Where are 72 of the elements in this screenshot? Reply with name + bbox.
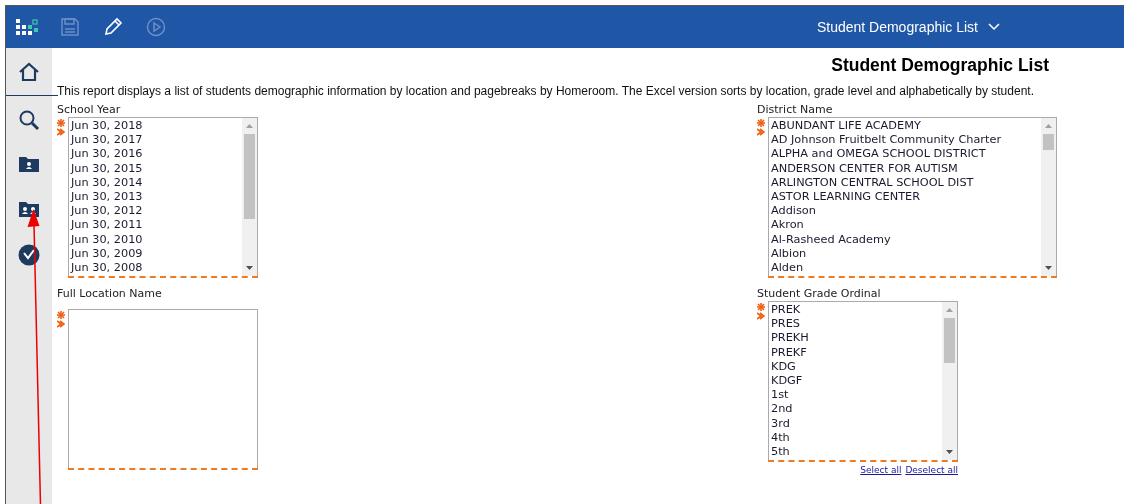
list-item[interactable]: Jun 30, 2008 xyxy=(71,261,143,276)
list-item[interactable]: Alden xyxy=(770,261,804,276)
report-title-dropdown[interactable]: Student Demographic List xyxy=(810,18,1006,36)
list-item[interactable]: ANDERSON CENTER FOR AUTISM xyxy=(770,161,958,176)
clock-check-icon[interactable] xyxy=(18,244,40,266)
list-item[interactable]: Al-Rasheed Academy xyxy=(770,232,891,247)
scroll-thumb[interactable] xyxy=(1043,134,1054,150)
scrollbar[interactable] xyxy=(942,302,957,460)
search-icon[interactable] xyxy=(18,109,40,131)
list-item[interactable]: Jun 30, 2011 xyxy=(71,218,143,233)
list-item[interactable]: 2nd xyxy=(771,402,793,417)
link[interactable]: Select all xyxy=(860,465,902,475)
list-item[interactable]: Jun 30, 2010 xyxy=(71,232,143,247)
list-box[interactable]: PREK PRES PREKH PREKF KDG KDGF 1st 2nd 3rd 4th 5th xyxy=(768,301,958,460)
report-heading: Student Demographic List xyxy=(831,54,1049,76)
field-label: Student Grade Ordinal xyxy=(757,287,881,300)
list-item[interactable]: Jun 30, 2017 xyxy=(71,133,143,148)
folder-person-icon[interactable] xyxy=(18,155,40,173)
list-item[interactable]: PRES xyxy=(771,317,800,332)
app-logo-icon[interactable] xyxy=(16,16,38,38)
list-item[interactable]: Jun 30, 2012 xyxy=(71,204,143,219)
arrow-icon xyxy=(57,128,65,136)
scrollbar[interactable] xyxy=(242,118,257,276)
arrow-icon xyxy=(57,320,65,328)
scroll-up-icon[interactable] xyxy=(1044,123,1053,129)
folder-people-icon[interactable] xyxy=(18,200,40,218)
scroll-down-icon[interactable] xyxy=(1044,265,1053,271)
list-item[interactable]: PREK xyxy=(771,303,801,318)
list-item[interactable]: 4th xyxy=(771,430,790,446)
list-item[interactable]: Jun 30, 2013 xyxy=(71,190,143,205)
list-item[interactable]: Jun 30, 2018 xyxy=(71,119,143,134)
scroll-down-icon[interactable] xyxy=(245,265,254,271)
list-item[interactable]: Akron xyxy=(770,218,804,233)
scrollbar[interactable] xyxy=(1041,118,1056,276)
scroll-up-icon[interactable] xyxy=(945,307,954,313)
list-item[interactable]: Albion xyxy=(770,246,807,262)
list-item[interactable]: KDG xyxy=(771,359,796,374)
field-label: Full Location Name xyxy=(57,287,162,300)
field-label: School Year xyxy=(57,103,121,116)
list-item[interactable]: Addison xyxy=(770,204,816,219)
field-label: District Name xyxy=(757,103,833,116)
scroll-up-icon[interactable] xyxy=(245,123,254,129)
input-field[interactable] xyxy=(68,309,258,468)
save-icon[interactable] xyxy=(60,17,80,37)
arrow-icon xyxy=(757,312,765,320)
list-item[interactable]: 5th xyxy=(771,445,790,460)
list-item[interactable]: Jun 30, 2014 xyxy=(71,175,143,190)
play-icon[interactable] xyxy=(146,17,166,37)
scroll-down-icon[interactable] xyxy=(945,449,954,455)
list-item[interactable]: 1st xyxy=(771,388,789,403)
list-item[interactable]: KDGF xyxy=(771,374,803,389)
report-description: This report displays a list of students demographic information by location and pagebreaks by Homeroom. The Excel version sorts by location, grade level and alphabetically by student. xyxy=(57,85,1034,98)
pencil-icon[interactable] xyxy=(102,16,124,38)
list-box[interactable] xyxy=(767,117,1057,276)
list-item[interactable]: ASTOR LEARNING CENTER xyxy=(770,190,921,205)
scroll-thumb[interactable] xyxy=(244,134,255,219)
list-item[interactable]: Jun 30, 2015 xyxy=(71,161,143,176)
list-item[interactable]: 3rd xyxy=(771,416,790,431)
arrow-icon xyxy=(757,128,765,136)
list-item[interactable]: Jun 30, 2016 xyxy=(71,147,143,162)
chevron-down-icon xyxy=(988,23,1000,31)
link[interactable]: Deselect all xyxy=(905,465,958,475)
list-box[interactable]: Jun 30, 2018 Jun 30, 2017 Jun 30, 2016 Jun 30, 2015 Jun 30, 2014 Jun 30, 2013 Jun 30, 2012 Jun 30, 2011 Jun 30, 2010 Jun 30, 2009 Jun 30, 2008 xyxy=(68,117,258,276)
home-icon[interactable] xyxy=(18,62,40,82)
list-item[interactable]: PREKF xyxy=(771,345,807,360)
scroll-thumb[interactable] xyxy=(944,318,955,363)
list-item[interactable]: ALPHA and OMEGA SCHOOL DISTRICT xyxy=(770,147,986,162)
list-item[interactable]: ABUNDANT LIFE ACADEMY xyxy=(770,119,921,134)
list-item[interactable]: ARLINGTON CENTRAL SCHOOL DIST xyxy=(770,175,974,190)
list-item[interactable]: Jun 30, 2009 xyxy=(71,246,143,262)
list-item[interactable]: PREKH xyxy=(771,331,809,346)
list-item[interactable]: AD Johnson Fruitbelt Community Charter xyxy=(770,133,1002,148)
